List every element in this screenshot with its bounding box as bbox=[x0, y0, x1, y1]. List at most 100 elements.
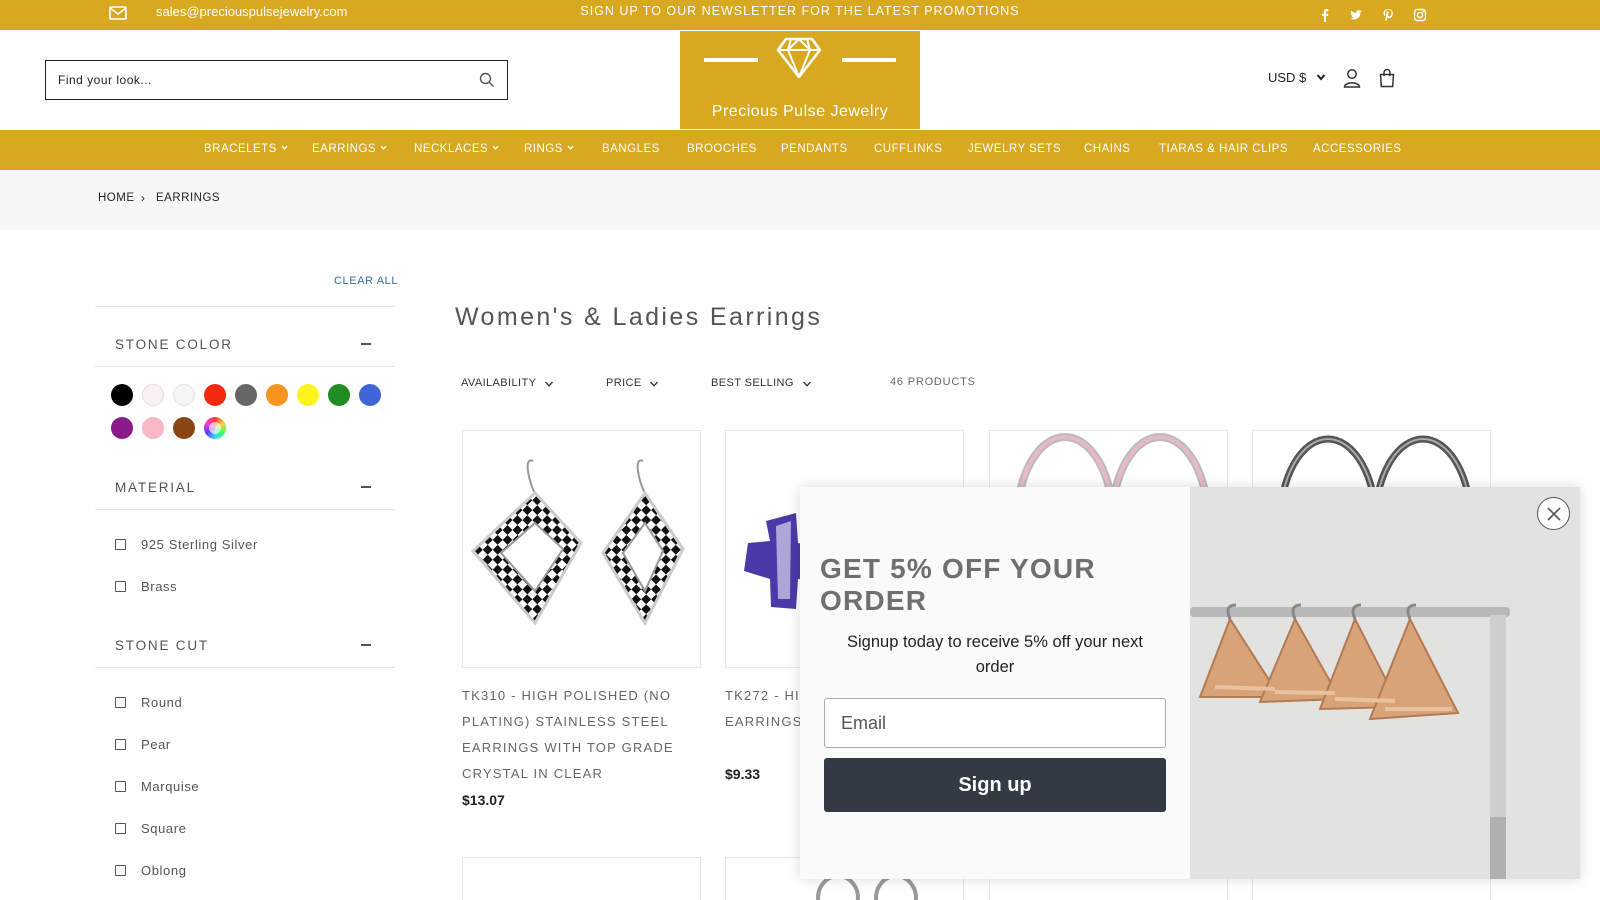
logo-text: Precious Pulse Jewelry bbox=[711, 103, 889, 120]
search-icon[interactable] bbox=[479, 72, 495, 88]
swatch-blue[interactable] bbox=[359, 384, 381, 406]
sort-dropdown[interactable]: BEST SELLING bbox=[711, 377, 811, 389]
swatch-purple[interactable] bbox=[111, 417, 133, 439]
chevron-down-icon bbox=[545, 381, 553, 387]
checkbox[interactable] bbox=[115, 739, 126, 750]
logo-line-right bbox=[842, 58, 896, 62]
chevron-down-icon bbox=[380, 145, 387, 151]
filter-heading-material[interactable]: MATERIAL bbox=[115, 480, 196, 495]
product-title[interactable]: TK310 - HIGH POLISHED (NO PLATING) STAIN… bbox=[462, 683, 682, 787]
swatch-orange[interactable] bbox=[266, 384, 288, 406]
currency-label: USD $ bbox=[1268, 70, 1307, 85]
option-label: 925 Sterling Silver bbox=[141, 537, 258, 552]
cart-icon[interactable] bbox=[1378, 68, 1396, 88]
swatch-gray[interactable] bbox=[235, 384, 257, 406]
chevron-down-icon bbox=[567, 145, 574, 151]
chevron-down-icon bbox=[492, 145, 499, 151]
site-logo[interactable]: Precious Pulse Jewelry bbox=[680, 31, 920, 129]
product-price: $9.33 bbox=[725, 766, 761, 782]
option-label: Round bbox=[141, 695, 183, 710]
product-image[interactable] bbox=[462, 857, 701, 900]
divider bbox=[95, 306, 395, 307]
currency-selector[interactable]: USD $ bbox=[1268, 70, 1326, 85]
swatch-blush[interactable] bbox=[142, 384, 164, 406]
pinterest-icon[interactable] bbox=[1381, 8, 1395, 22]
nav-label: RINGS bbox=[524, 143, 563, 155]
swatch-red[interactable] bbox=[204, 384, 226, 406]
checkbox[interactable] bbox=[115, 823, 126, 834]
nav-item-accessories[interactable]: ACCESSORIES bbox=[1313, 143, 1402, 155]
page-title: Women's & Ladies Earrings bbox=[455, 303, 823, 331]
close-icon bbox=[1547, 507, 1561, 521]
checkbox[interactable] bbox=[115, 697, 126, 708]
swatch-multicolor-center bbox=[209, 422, 221, 434]
swatch-black[interactable] bbox=[111, 384, 133, 406]
breadcrumb-home[interactable]: HOME bbox=[98, 192, 135, 204]
chevron-down-icon bbox=[1316, 74, 1326, 81]
diamond-icon bbox=[776, 37, 822, 79]
popup-headline: GET 5% OFF YOUR ORDER bbox=[820, 553, 1096, 616]
collapse-minus-icon[interactable] bbox=[361, 486, 371, 488]
facebook-icon[interactable] bbox=[1318, 8, 1332, 22]
nav-item-tiaras-hair-clips[interactable]: TIARAS & HAIR CLIPS bbox=[1159, 143, 1288, 155]
nav-item-cufflinks[interactable]: CUFFLINKS bbox=[874, 143, 942, 155]
search-bar[interactable] bbox=[45, 60, 508, 100]
search-input[interactable] bbox=[58, 70, 458, 90]
filter-heading-stone-color[interactable]: STONE COLOR bbox=[115, 337, 233, 352]
popup-signup-button[interactable]: Sign up bbox=[824, 758, 1166, 812]
option-label: Pear bbox=[141, 737, 171, 752]
popup-form-panel: GET 5% OFF YOUR ORDER Signup today to re… bbox=[800, 487, 1190, 879]
nav-item-rings[interactable]: RINGS bbox=[524, 143, 574, 155]
checkbox[interactable] bbox=[115, 581, 126, 592]
nav-item-brooches[interactable]: BROOCHES bbox=[687, 143, 757, 155]
nav-item-bracelets[interactable]: BRACELETS bbox=[204, 143, 288, 155]
checkbox[interactable] bbox=[115, 539, 126, 550]
price-filter-dropdown[interactable]: PRICE bbox=[606, 377, 658, 389]
instagram-icon[interactable] bbox=[1413, 8, 1427, 22]
clear-all-filters-link[interactable]: CLEAR ALL bbox=[334, 275, 398, 287]
nav-item-pendants[interactable]: PENDANTS bbox=[781, 143, 848, 155]
nav-label: NECKLACES bbox=[414, 143, 489, 155]
divider bbox=[95, 667, 395, 668]
collapse-minus-icon[interactable] bbox=[361, 343, 371, 345]
swatch-pink[interactable] bbox=[142, 417, 164, 439]
filter-heading-stone-cut[interactable]: STONE CUT bbox=[115, 638, 209, 653]
popup-email-input[interactable] bbox=[824, 698, 1166, 748]
popup-close-button[interactable] bbox=[1537, 497, 1570, 530]
nav-item-bangles[interactable]: BANGLES bbox=[602, 143, 660, 155]
product-image[interactable] bbox=[462, 430, 701, 668]
nav-item-earrings[interactable]: EARRINGS bbox=[312, 143, 387, 155]
clothes-rack-hangers-image bbox=[1190, 487, 1580, 879]
breadcrumb-separator: › bbox=[141, 191, 145, 205]
option-label: Marquise bbox=[141, 779, 200, 794]
divider bbox=[95, 366, 395, 367]
nav-item-chains[interactable]: CHAINS bbox=[1084, 143, 1130, 155]
swatch-brown[interactable] bbox=[173, 417, 195, 439]
popup-subtext: Signup today to receive 5% off your next… bbox=[847, 633, 1143, 676]
account-icon[interactable] bbox=[1343, 68, 1361, 88]
availability-filter-dropdown[interactable]: AVAILABILITY bbox=[461, 377, 553, 389]
checkbox[interactable] bbox=[115, 865, 126, 876]
checkbox[interactable] bbox=[115, 781, 126, 792]
swatch-yellow[interactable] bbox=[297, 384, 319, 406]
option-label: Square bbox=[141, 821, 187, 836]
nav-item-necklaces[interactable]: NECKLACES bbox=[414, 143, 499, 155]
collapse-minus-icon[interactable] bbox=[361, 644, 371, 646]
swatch-white[interactable] bbox=[173, 384, 195, 406]
chevron-down-icon bbox=[650, 381, 658, 387]
twitter-icon[interactable] bbox=[1349, 8, 1363, 22]
nav-item-jewelry-sets[interactable]: JEWELRY SETS bbox=[968, 143, 1061, 155]
chevron-down-icon bbox=[281, 145, 288, 151]
site-header: Precious Pulse Jewelry USD $ bbox=[0, 30, 1600, 130]
nav-label: EARRINGS bbox=[312, 143, 377, 155]
breadcrumb: HOME › EARRINGS bbox=[0, 170, 1600, 230]
logo-line-left bbox=[704, 58, 758, 62]
earring-image bbox=[470, 459, 685, 627]
swatch-green[interactable] bbox=[328, 384, 350, 406]
chevron-down-icon bbox=[803, 381, 811, 387]
option-label: Oblong bbox=[141, 863, 187, 878]
divider bbox=[95, 509, 395, 510]
top-bar: sales@preciouspulsejewelry.com SIGN UP T… bbox=[0, 0, 1600, 30]
toolbar-label: PRICE bbox=[606, 377, 642, 389]
toolbar-label: BEST SELLING bbox=[711, 377, 794, 389]
